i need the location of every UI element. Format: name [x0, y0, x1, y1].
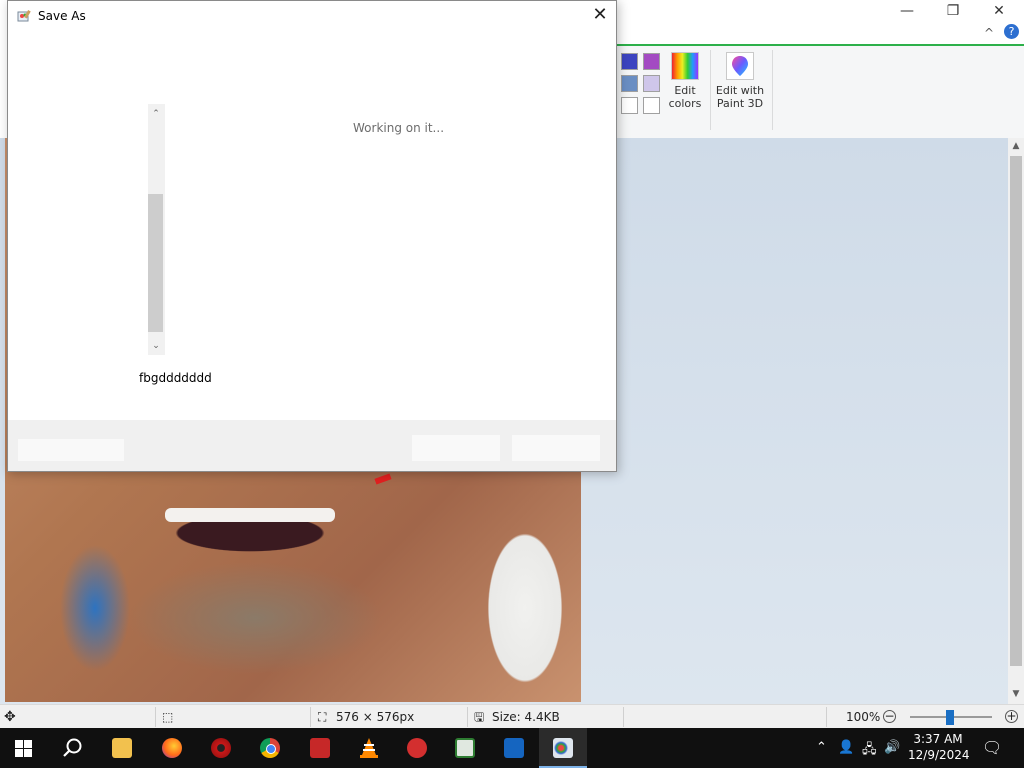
show-hidden-icons-chevron-icon[interactable]: ⌃ — [816, 740, 827, 755]
search-icon — [63, 738, 82, 757]
loading-status-text: Working on it... — [353, 121, 445, 135]
taskbar: ⌃ 👤 🖧 🔊 3:37 AM 12/9/2024 🗨 — [0, 728, 1024, 768]
taskbar-app-vs[interactable] — [490, 728, 538, 768]
color-swatch-steel-blue[interactable] — [621, 75, 638, 92]
clock-date: 12/9/2024 — [908, 748, 970, 762]
color-swatch-blue[interactable] — [621, 53, 638, 70]
firefox-icon — [162, 738, 182, 758]
save-as-dialog: Save As ✕ ⌃ ⌄ Working on it... fbgdddddd… — [7, 0, 617, 472]
angry-bird-icon — [310, 738, 330, 758]
zoom-slider-thumb[interactable] — [946, 710, 954, 725]
close-button[interactable]: ✕ — [976, 0, 1022, 24]
cancel-button[interactable] — [512, 435, 600, 461]
clock[interactable]: 3:37 AM 12/9/2024 — [908, 731, 970, 763]
zoom-out-button[interactable]: − — [883, 710, 896, 723]
help-icon[interactable]: ? — [1004, 24, 1019, 39]
scrollbar-thumb[interactable] — [148, 194, 163, 332]
color-swatch-purple[interactable] — [643, 53, 660, 70]
mascot-app-icon — [407, 738, 427, 758]
color-swatch-empty[interactable] — [621, 97, 638, 114]
save-button[interactable] — [412, 435, 500, 461]
color-swatch-lavender[interactable] — [643, 75, 660, 92]
ribbon-divider — [772, 50, 773, 130]
user-account-icon[interactable]: 👤 — [838, 740, 854, 755]
network-icon[interactable]: 🖧 — [862, 740, 877, 762]
dialog-close-button[interactable]: ✕ — [590, 5, 610, 25]
canvas-size-icon: ⛶ — [318, 710, 327, 724]
status-divider — [155, 707, 156, 727]
volume-icon[interactable]: 🔊 — [884, 740, 900, 755]
move-cursor-icon: ✥ — [4, 709, 16, 725]
folder-icon — [112, 738, 132, 758]
windows-logo-icon — [15, 740, 32, 757]
status-divider — [623, 707, 624, 727]
taskbar-firefox[interactable] — [148, 728, 196, 768]
color-swatch-empty[interactable] — [643, 97, 660, 114]
taskbar-game[interactable] — [296, 728, 344, 768]
radiation-app-icon — [211, 738, 231, 758]
color-palette-icon — [671, 52, 699, 80]
minimize-button[interactable]: — — [884, 0, 930, 24]
notification-icon[interactable]: 🗨 — [982, 738, 1002, 757]
scroll-down-chevron-icon[interactable]: ⌄ — [148, 338, 164, 354]
paint-titlebar: — ❐ ✕ — [617, 0, 1024, 24]
status-divider — [310, 707, 311, 727]
search-button[interactable] — [48, 728, 96, 768]
scroll-up-arrow-icon[interactable]: ▲ — [1008, 138, 1024, 154]
hide-folders-button[interactable] — [18, 439, 124, 461]
zoom-in-button[interactable]: + — [1005, 710, 1018, 723]
file-name-text: fbgddddddd — [139, 371, 212, 385]
paint3d-label: Paint 3D — [716, 97, 764, 110]
chrome-icon — [260, 738, 280, 758]
taskbar-paint[interactable] — [539, 728, 587, 768]
vertical-scrollbar[interactable]: ▲ ▼ — [1008, 138, 1024, 704]
selection-size-icon: ⬚ — [162, 710, 174, 724]
status-divider — [467, 707, 468, 727]
collapse-ribbon-icon[interactable]: ^ — [984, 26, 994, 40]
paint-app-icon — [17, 10, 31, 22]
scroll-up-chevron-icon[interactable]: ⌃ — [148, 106, 164, 122]
image-red-mark — [374, 473, 392, 485]
image-dimensions: 576 × 576px — [336, 710, 415, 724]
zoom-level: 100% — [846, 710, 881, 724]
edit-with-paint3d-button[interactable]: Edit with Paint 3D — [715, 52, 765, 110]
status-divider — [826, 707, 827, 727]
status-bar: ✥ ⬚ ⛶ 576 × 576px 🖫 Size: 4.4KB 100% − + — [0, 704, 1024, 729]
ribbon: Edit colors Edit with Paint 3D — [617, 46, 1024, 139]
scrollbar-thumb[interactable] — [1010, 156, 1022, 666]
taskbar-file-explorer[interactable] — [98, 728, 146, 768]
file-size: Size: 4.4KB — [492, 710, 560, 724]
paint-palette-icon — [553, 738, 573, 758]
ribbon-divider — [710, 50, 711, 130]
scroll-down-arrow-icon[interactable]: ▼ — [1008, 686, 1024, 702]
window-app-icon — [455, 738, 475, 758]
paint3d-icon — [726, 52, 754, 80]
edit-colors-label: colors — [668, 97, 702, 110]
edit-colors-label: Edit — [674, 84, 696, 97]
paint3d-label: Edit with — [715, 84, 765, 97]
navigation-pane-scrollbar[interactable]: ⌃ ⌄ — [148, 104, 165, 355]
dialog-title: Save As — [38, 9, 86, 23]
taskbar-app-red[interactable] — [197, 728, 245, 768]
edit-colors-button[interactable]: Edit colors — [665, 52, 705, 110]
restore-button[interactable]: ❐ — [930, 0, 976, 24]
taskbar-app-window[interactable] — [441, 728, 489, 768]
taskbar-chrome[interactable] — [246, 728, 294, 768]
vs-app-icon — [504, 738, 524, 758]
clock-time: 3:37 AM — [913, 732, 963, 746]
disk-icon: 🖫 — [474, 710, 485, 724]
image-teeth — [165, 508, 335, 522]
vlc-cone-icon — [360, 738, 378, 758]
start-button[interactable] — [0, 728, 48, 768]
dialog-footer — [8, 420, 616, 471]
taskbar-app-mascot[interactable] — [393, 728, 441, 768]
taskbar-vlc[interactable] — [345, 728, 393, 768]
